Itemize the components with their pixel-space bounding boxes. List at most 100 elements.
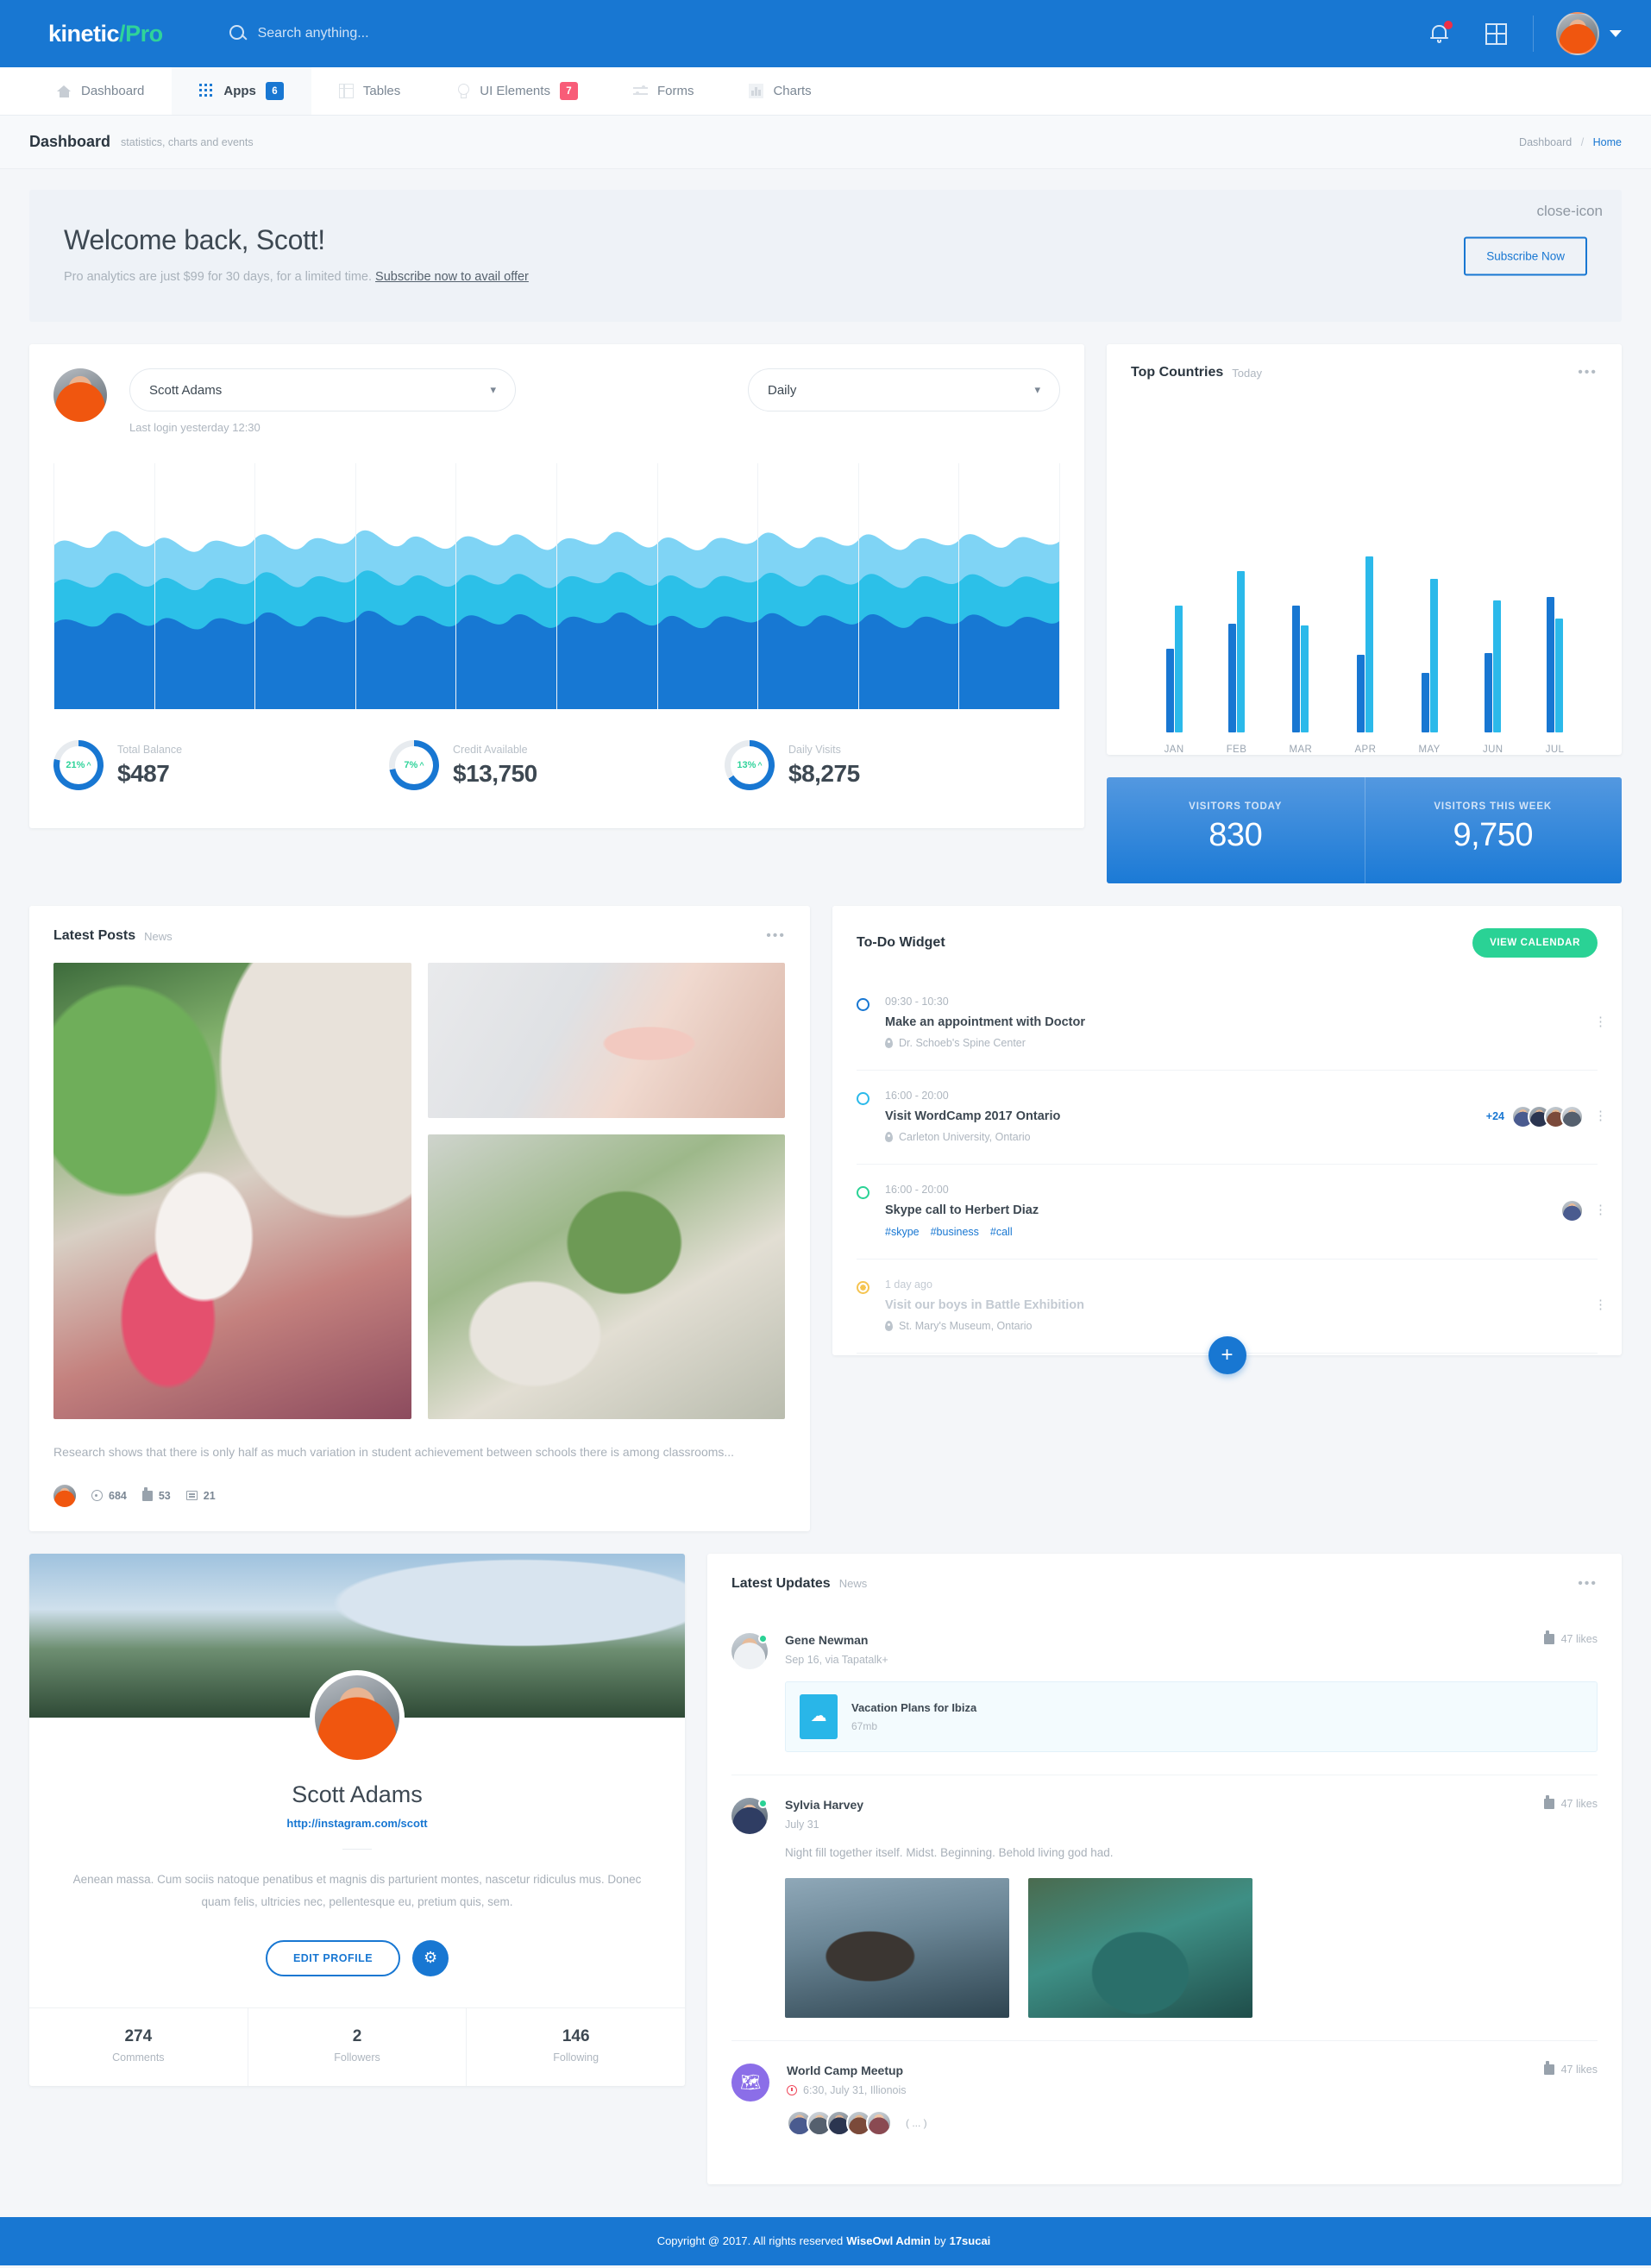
more-vertical-icon[interactable]: ⋮ bbox=[1594, 1203, 1607, 1216]
thumbs-up-icon bbox=[1543, 1630, 1554, 1644]
nav-tab-label: Forms bbox=[656, 84, 694, 98]
banner-link[interactable]: Subscribe now to avail offer bbox=[375, 270, 529, 284]
update-likes-count: 47 likes bbox=[1560, 2063, 1598, 2076]
top-countries-card: Top Countries Today ••• JAN FEB MAR APR MAY J… bbox=[1107, 344, 1622, 755]
apps-grid-icon[interactable] bbox=[1485, 22, 1507, 45]
todo-item[interactable]: 16:00 - 20:00 Skype call to Herbert Diaz… bbox=[857, 1165, 1607, 1260]
profile-stat-number: 2 bbox=[352, 2026, 362, 2045]
bar bbox=[1555, 618, 1564, 732]
period-select-value: Daily bbox=[768, 382, 797, 398]
update-images bbox=[785, 1877, 1598, 2018]
event-attendees-more[interactable]: ( ... ) bbox=[906, 2117, 927, 2129]
bar bbox=[1493, 600, 1502, 732]
top-countries-title: Top Countries bbox=[1131, 365, 1224, 380]
update-event-title[interactable]: World Camp Meetup bbox=[787, 2064, 1530, 2077]
update-likes: 47 likes bbox=[1543, 2060, 1598, 2076]
todo-item[interactable]: 09:30 - 10:30 Make an appointment with D… bbox=[857, 977, 1607, 1071]
more-dots-icon[interactable]: ••• bbox=[766, 929, 786, 943]
post-image-top-right[interactable] bbox=[428, 963, 785, 1118]
dashboard-row-3: Scott Adams http://instagram.com/scott A… bbox=[29, 1553, 1622, 2184]
avatar bbox=[1560, 1199, 1584, 1222]
breadcrumb-current[interactable]: Home bbox=[1593, 136, 1622, 148]
breadcrumb-separator: / bbox=[1580, 135, 1585, 148]
brand-logo[interactable]: kinetic/Pro bbox=[48, 21, 163, 47]
post-comments-count: 21 bbox=[203, 1489, 216, 1502]
profile-link[interactable]: http://instagram.com/scott bbox=[64, 1817, 650, 1830]
todo-title-text: Skype call to Herbert Diaz bbox=[885, 1203, 1039, 1217]
update-event-meta: 6:30, July 31, Illionois bbox=[803, 2083, 907, 2096]
post-image-gallery bbox=[53, 963, 786, 1419]
close-icon[interactable]: close-icon bbox=[1536, 204, 1603, 218]
attachment-name: Vacation Plans for Ibiza bbox=[851, 1700, 977, 1714]
notification-bell-icon[interactable] bbox=[1428, 21, 1453, 46]
bar bbox=[1228, 624, 1236, 732]
todo-checkbox[interactable] bbox=[857, 1092, 869, 1105]
settings-button[interactable]: ⚙ bbox=[412, 1939, 449, 1976]
bar-group: MAR bbox=[1289, 406, 1312, 755]
analytics-card: Scott Adams ▾ Last login yesterday 12:30… bbox=[29, 344, 1084, 828]
profile-stat-label: Followers bbox=[334, 2051, 380, 2064]
avatar[interactable] bbox=[1556, 12, 1599, 55]
map-icon: 🗺 bbox=[731, 2063, 769, 2102]
profile-bio: Aenean massa. Cum sociis natoque penatib… bbox=[72, 1872, 642, 1909]
post-image-bottom-right[interactable] bbox=[428, 1134, 785, 1419]
nav-tab-apps[interactable]: Apps 6 bbox=[172, 67, 311, 115]
nav-tab-label: Tables bbox=[362, 84, 401, 98]
bar bbox=[1357, 654, 1365, 732]
view-calendar-button[interactable]: VIEW CALENDAR bbox=[1472, 928, 1598, 958]
user-select[interactable]: Scott Adams ▾ bbox=[129, 368, 516, 412]
todo-checkbox[interactable] bbox=[857, 1281, 869, 1294]
profile-stat-following: 146 Following bbox=[466, 2007, 685, 2086]
more-vertical-icon[interactable]: ⋮ bbox=[1594, 1015, 1607, 1028]
main-navigation: Dashboard Apps 6 Tables UI Elements 7 Fo… bbox=[0, 67, 1651, 116]
bar-axis-label: MAY bbox=[1418, 744, 1441, 755]
eye-icon bbox=[91, 1490, 103, 1502]
nav-tab-dashboard[interactable]: Dashboard bbox=[29, 67, 172, 115]
location-pin-icon bbox=[885, 1321, 893, 1331]
todo-tag[interactable]: #call bbox=[990, 1226, 1013, 1238]
bar bbox=[1485, 652, 1493, 732]
profile-stat-comments: 274 Comments bbox=[29, 2008, 248, 2086]
visitors-today-value: 830 bbox=[1208, 817, 1263, 853]
todo-title-text: Make an appointment with Doctor bbox=[885, 1015, 1086, 1029]
update-image[interactable] bbox=[1028, 1877, 1252, 2018]
subscribe-now-button[interactable]: Subscribe Now bbox=[1464, 236, 1587, 275]
bar-pair bbox=[1357, 551, 1374, 732]
update-image[interactable] bbox=[785, 1877, 1009, 2018]
chevron-down-icon[interactable] bbox=[1610, 30, 1622, 37]
update-likes-count: 47 likes bbox=[1560, 1797, 1598, 1810]
breadcrumb-parent[interactable]: Dashboard bbox=[1519, 136, 1572, 148]
search-bar[interactable] bbox=[229, 24, 586, 43]
nav-tab-label: UI Elements bbox=[480, 84, 550, 98]
more-dots-icon[interactable]: ••• bbox=[1578, 1576, 1598, 1591]
todo-checkbox[interactable] bbox=[857, 998, 869, 1011]
home-icon bbox=[57, 84, 72, 98]
update-author[interactable]: Gene Newman bbox=[785, 1633, 1530, 1647]
todo-tag[interactable]: #skype bbox=[885, 1226, 920, 1238]
top-countries-header: Top Countries Today ••• bbox=[1131, 365, 1598, 380]
post-likes-count: 53 bbox=[158, 1489, 171, 1502]
attachment-card[interactable]: ☁ Vacation Plans for Ibiza 67mb bbox=[785, 1681, 1598, 1752]
more-dots-icon[interactable]: ••• bbox=[1578, 366, 1598, 380]
update-author[interactable]: Sylvia Harvey bbox=[785, 1798, 1530, 1812]
nav-tab-forms[interactable]: Forms bbox=[606, 67, 722, 115]
post-image-main[interactable] bbox=[53, 963, 411, 1419]
more-vertical-icon[interactable]: ⋮ bbox=[1594, 1298, 1607, 1311]
search-input[interactable] bbox=[257, 26, 586, 41]
post-likes: 53 bbox=[141, 1486, 171, 1502]
nav-tab-charts[interactable]: Charts bbox=[721, 67, 838, 115]
todo-tag[interactable]: #business bbox=[931, 1226, 979, 1238]
latest-updates-card: Latest Updates News ••• Gene Newman Sep … bbox=[707, 1553, 1622, 2184]
bar-group: MAY bbox=[1418, 406, 1440, 755]
avatar bbox=[1560, 1104, 1584, 1128]
cloud-download-icon: ☁ bbox=[800, 1693, 838, 1739]
nav-tab-ui-elements[interactable]: UI Elements 7 bbox=[428, 67, 606, 115]
nav-tab-tables[interactable]: Tables bbox=[311, 67, 428, 115]
add-todo-button[interactable]: + bbox=[1208, 1336, 1246, 1374]
todo-checkbox[interactable] bbox=[857, 1186, 869, 1199]
edit-profile-button[interactable]: EDIT PROFILE bbox=[265, 1939, 401, 1976]
period-select[interactable]: Daily ▾ bbox=[748, 368, 1060, 412]
more-vertical-icon[interactable]: ⋮ bbox=[1594, 1109, 1607, 1122]
todo-item[interactable]: 16:00 - 20:00 Visit WordCamp 2017 Ontari… bbox=[857, 1071, 1607, 1165]
stat-value: $487 bbox=[117, 759, 170, 787]
